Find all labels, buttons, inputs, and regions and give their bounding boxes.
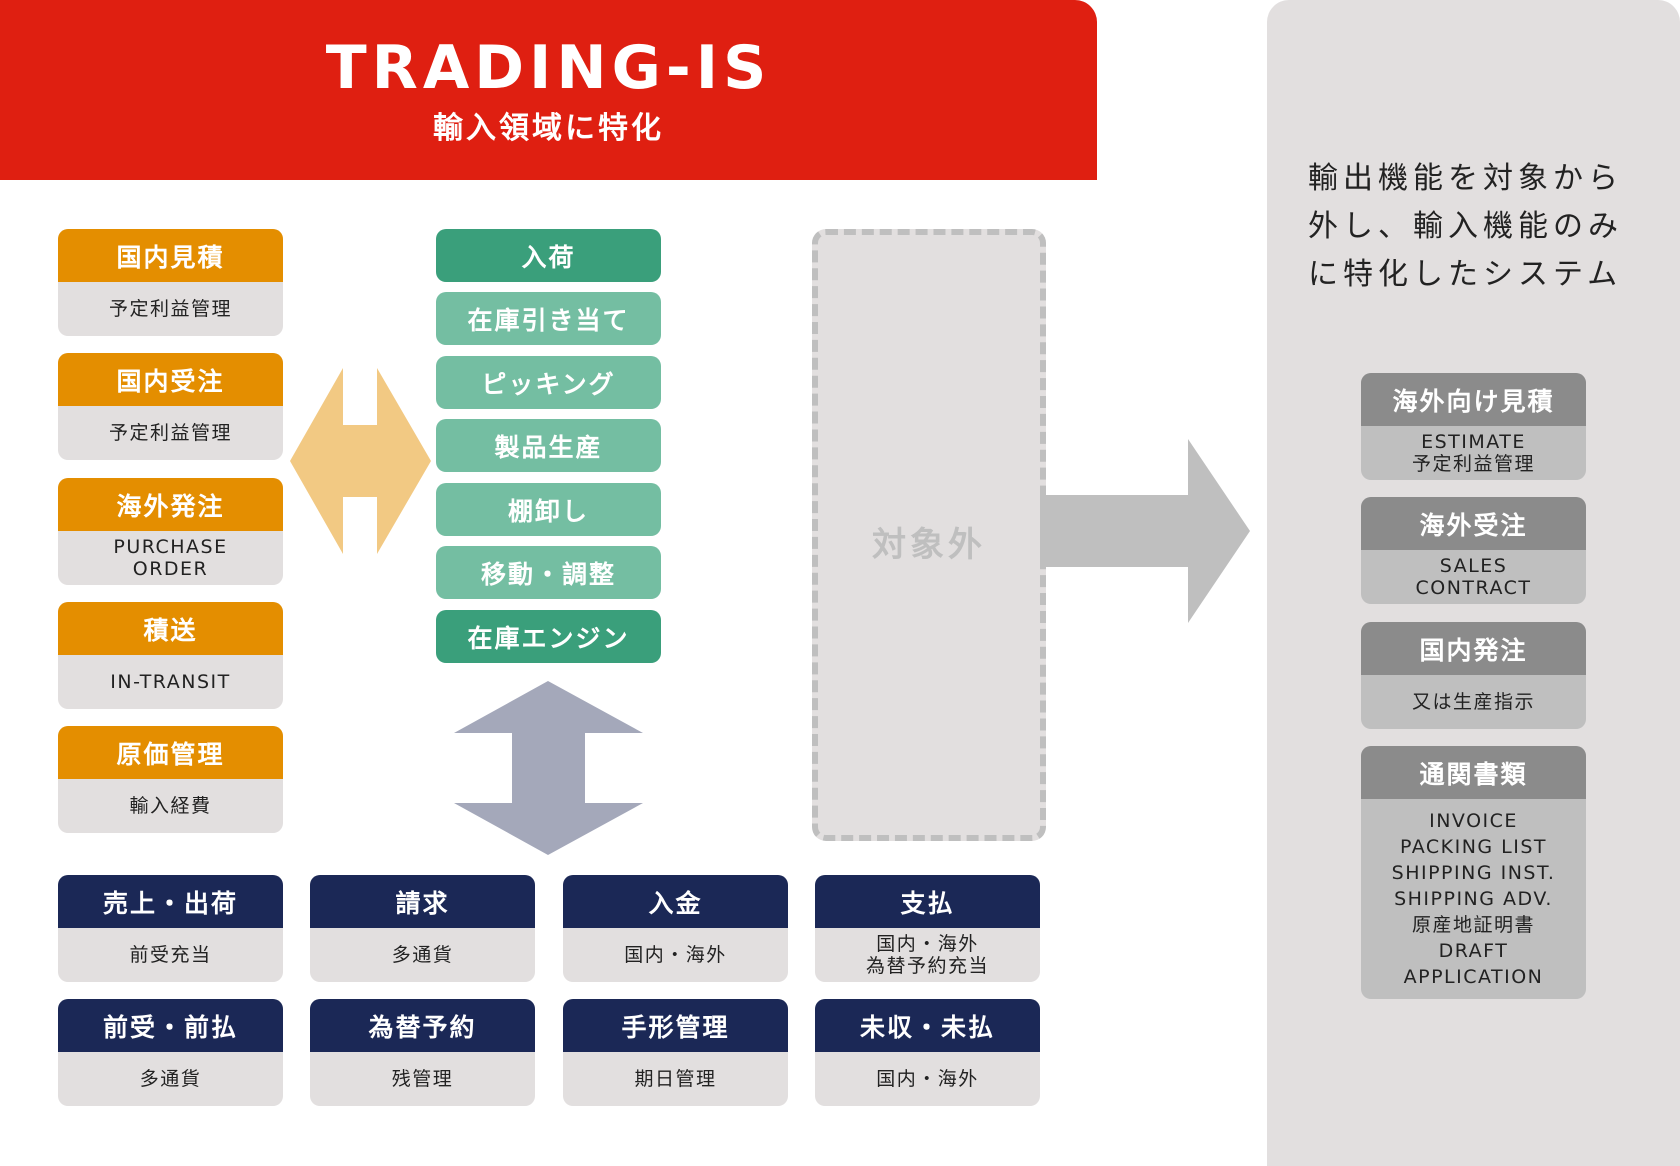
card-line: 国内・海外 [624, 944, 727, 966]
finance-card-receipt: 入金 国内・海外 [563, 875, 788, 982]
card-line: 期日管理 [634, 1068, 717, 1090]
finance-card-fx-contract: 為替予約 残管理 [310, 999, 535, 1106]
finance-card-billing: 請求 多通貨 [310, 875, 535, 982]
card-body: 多通貨 [58, 1052, 283, 1106]
finance-card-advance: 前受・前払 多通貨 [58, 999, 283, 1106]
to-export-arrow [1040, 439, 1250, 623]
finance-card-bills: 手形管理 期日管理 [563, 999, 788, 1106]
card-title: 手形管理 [563, 999, 788, 1052]
card-body: 残管理 [310, 1052, 535, 1106]
card-title: 売上・出荷 [58, 875, 283, 928]
card-title: 入金 [563, 875, 788, 928]
card-body: 多通貨 [310, 928, 535, 982]
card-title: 未収・未払 [815, 999, 1040, 1052]
card-body: 前受充当 [58, 928, 283, 982]
finance-card-receivable-payable: 未収・未払 国内・海外 [815, 999, 1040, 1106]
card-title: 為替予約 [310, 999, 535, 1052]
card-line: 多通貨 [391, 944, 454, 966]
finance-card-payment: 支払 国内・海外 為替予約充当 [815, 875, 1040, 982]
card-body: 国内・海外 [815, 1052, 1040, 1106]
card-title: 請求 [310, 875, 535, 928]
card-title: 前受・前払 [58, 999, 283, 1052]
card-line: 国内・海外 [876, 1068, 979, 1090]
card-title: 支払 [815, 875, 1040, 928]
card-line: 多通貨 [139, 1068, 202, 1090]
card-line: 為替予約充当 [865, 955, 989, 977]
finance-card-sales-shipping: 売上・出荷 前受充当 [58, 875, 283, 982]
card-body: 国内・海外 [563, 928, 788, 982]
card-line: 国内・海外 [876, 933, 979, 955]
card-body: 期日管理 [563, 1052, 788, 1106]
right-arrow-icon [1040, 439, 1250, 623]
card-body: 国内・海外 為替予約充当 [815, 928, 1040, 982]
card-line: 前受充当 [129, 944, 212, 966]
card-line: 残管理 [391, 1068, 454, 1090]
